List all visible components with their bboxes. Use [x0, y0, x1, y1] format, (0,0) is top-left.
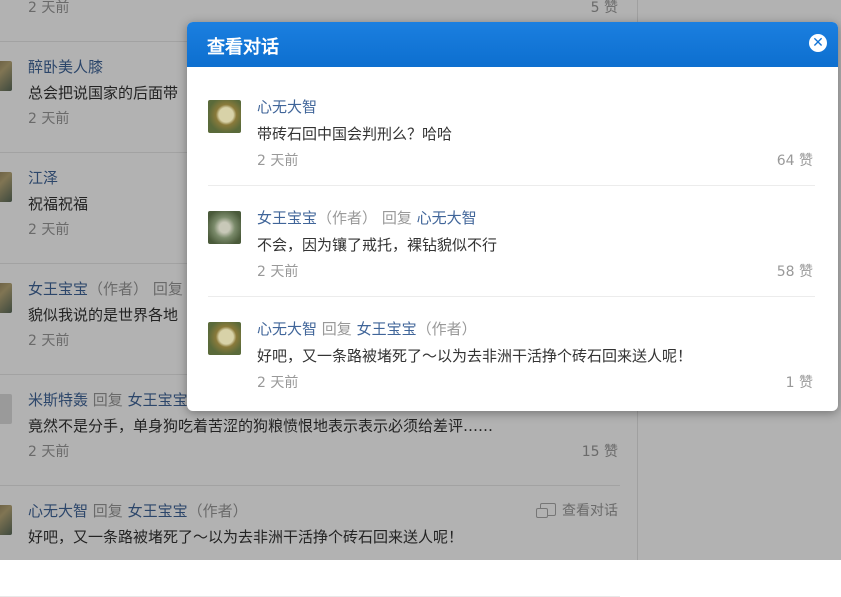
close-button[interactable]: ✕ [809, 34, 827, 52]
list-item: 心无大智 带砖石回中国会判刑么？哈哈 2 天前 64 赞 [208, 74, 815, 186]
like-count[interactable]: 1 赞 [786, 372, 813, 392]
comment-time: 2 天前 [257, 375, 299, 391]
conversation-dialog: 查看对话 ✕ 心无大智 带砖石回中国会判刑么？哈哈 2 天前 64 赞 女王宝宝… [187, 22, 838, 411]
list-item: 女王宝宝（作者） 回复 心无大智 不会，因为镶了戒托，裸钻貌似不行 2 天前 5… [208, 185, 815, 297]
reply-to-name[interactable]: 心无大智 [417, 209, 477, 227]
comment-text: 好吧，又一条路被堵死了～以为去非洲干活挣个砖石回来送人呢！ [257, 347, 693, 365]
reply-label: 回复 [381, 209, 412, 227]
comment-author-line: 心无大智 [257, 96, 317, 117]
dialog-title: 查看对话 [207, 37, 279, 58]
avatar[interactable] [208, 322, 241, 355]
author-name[interactable]: 心无大智 [257, 320, 317, 338]
author-name[interactable]: 女王宝宝 [257, 209, 317, 227]
avatar[interactable] [208, 100, 241, 133]
reply-label: 回复 [321, 320, 352, 338]
comment-time: 2 天前 [257, 264, 299, 280]
list-item: 心无大智 回复 女王宝宝（作者） 好吧，又一条路被堵死了～以为去非洲干活挣个砖石… [208, 296, 815, 407]
dialog-header: 查看对话 ✕ [187, 22, 838, 67]
reply-to-name[interactable]: 女王宝宝 [357, 320, 417, 338]
comment-author-line: 心无大智 回复 女王宝宝（作者） [257, 318, 477, 339]
comment-author-line: 女王宝宝（作者） 回复 心无大智 [257, 207, 477, 228]
comment-time: 2 天前 [257, 153, 299, 169]
close-icon: ✕ [812, 35, 824, 51]
comment-text: 带砖石回中国会判刑么？哈哈 [257, 125, 453, 143]
like-count[interactable]: 58 赞 [777, 261, 813, 281]
like-count[interactable]: 64 赞 [777, 150, 813, 170]
author-name[interactable]: 心无大智 [257, 98, 317, 116]
avatar[interactable] [208, 211, 241, 244]
comment-text: 不会，因为镶了戒托，裸钻貌似不行 [257, 236, 498, 254]
author-tag: （作者） [317, 209, 378, 227]
reply-to-tag: （作者） [416, 320, 477, 338]
